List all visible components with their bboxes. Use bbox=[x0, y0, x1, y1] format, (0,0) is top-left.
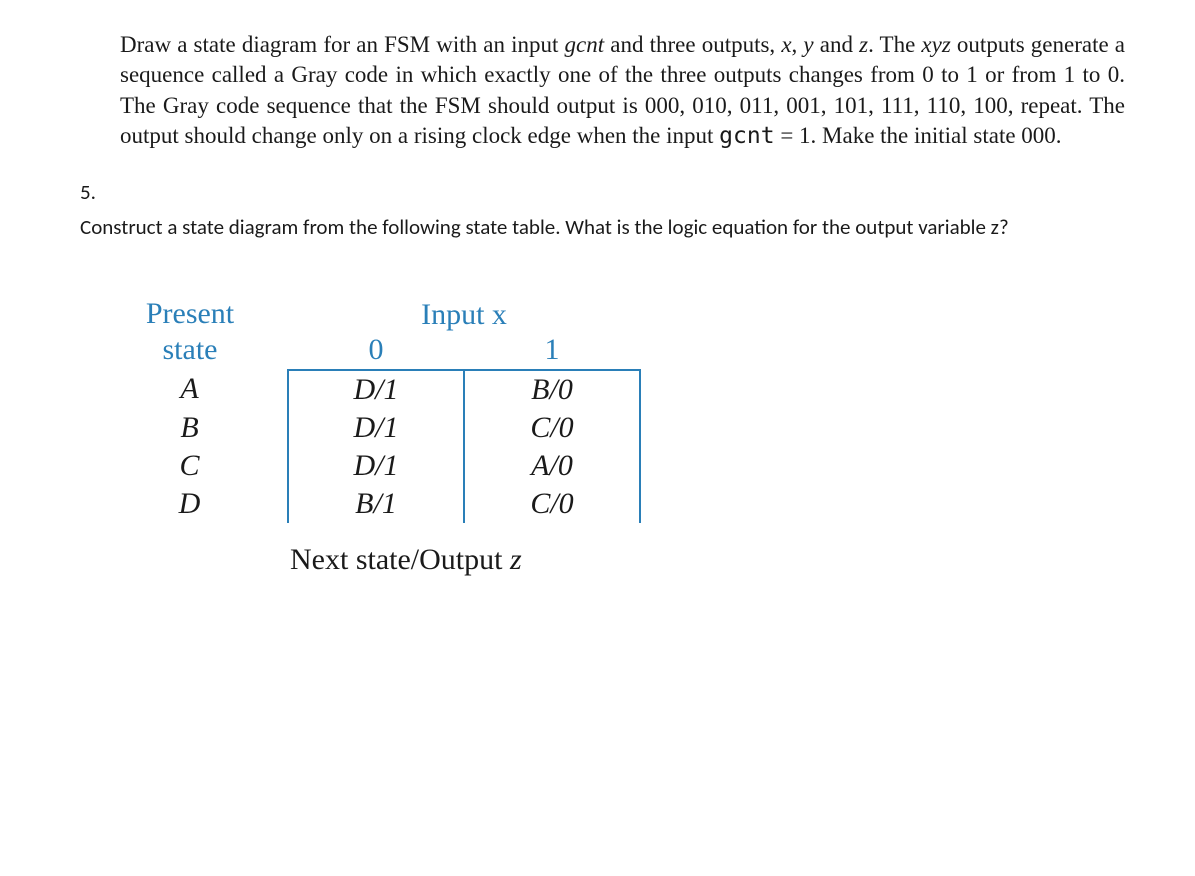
problem-5-number: 5. bbox=[80, 179, 1125, 205]
table-row: D B/1 C/0 bbox=[120, 485, 640, 523]
state-table: Present Input x state 0 1 A D/1 B/0 B D/… bbox=[120, 297, 641, 523]
x0-cell: D/1 bbox=[288, 409, 464, 447]
state-cell: D bbox=[120, 485, 288, 523]
x0-cell: D/1 bbox=[288, 447, 464, 485]
table-row: B D/1 C/0 bbox=[120, 409, 640, 447]
header-col-0: 0 bbox=[288, 333, 464, 370]
page: Draw a state diagram for an FSM with an … bbox=[0, 0, 1195, 607]
x1-cell: C/0 bbox=[464, 485, 640, 523]
header-state: state bbox=[120, 333, 288, 370]
table-footer-label: Next state/Output z bbox=[290, 543, 1125, 577]
header-input-label: Input x bbox=[421, 298, 507, 331]
header-present: Present bbox=[120, 297, 288, 333]
x1-cell: C/0 bbox=[464, 409, 640, 447]
x0-cell: D/1 bbox=[288, 370, 464, 409]
problem-5-text: Construct a state diagram from the follo… bbox=[80, 213, 1125, 241]
header-input: Input x bbox=[288, 297, 640, 333]
x1-cell: B/0 bbox=[464, 370, 640, 409]
x0-cell: B/1 bbox=[288, 485, 464, 523]
state-cell: B bbox=[120, 409, 288, 447]
table-row: A D/1 B/0 bbox=[120, 370, 640, 409]
header-col-1: 1 bbox=[464, 333, 640, 370]
state-cell: C bbox=[120, 447, 288, 485]
x1-cell: A/0 bbox=[464, 447, 640, 485]
state-cell: A bbox=[120, 370, 288, 409]
table-row: C D/1 A/0 bbox=[120, 447, 640, 485]
problem-4-text: Draw a state diagram for an FSM with an … bbox=[120, 30, 1125, 151]
state-table-container: Present Input x state 0 1 A D/1 B/0 B D/… bbox=[120, 297, 1125, 577]
